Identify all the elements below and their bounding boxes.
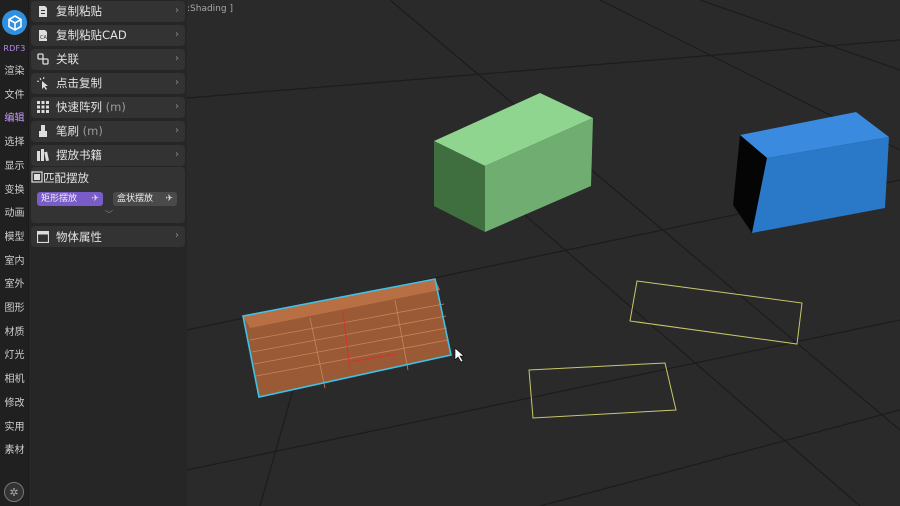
green-box[interactable] [434,93,593,232]
rail-item[interactable]: 文件 [0,86,29,106]
rail-item[interactable]: 显示 [0,157,29,177]
panel-item-label: 笔刷 [56,124,79,138]
mouse-cursor-icon [454,347,465,363]
panel-item-label: 快速阵列 [56,100,102,114]
panel-item[interactable]: 复制粘贴 › [31,0,185,22]
panel-item[interactable]: 摆放书籍 › [31,144,185,166]
chevron-right-icon: › [175,52,179,64]
left-tool-rail: RDF3 渲染 文件 编辑 选择 显示 变换 动画 模型 室内 室外 图形 材质 灯光 相机 修改 实用 素材 … [0,0,29,506]
rail-item[interactable]: 动画 [0,204,29,224]
panel-item[interactable]: 快速阵列 (m) › [31,96,185,118]
grid-icon [36,100,50,114]
rail-item[interactable]: 选择 [0,133,29,153]
panel-item-label: 点击复制 [56,76,102,90]
chevron-right-icon: › [175,230,179,241]
rail-item[interactable]: 变换 [0,181,29,201]
panel-item[interactable]: 物体属性 › [31,226,185,247]
panel-item-label: 复制粘贴CAD [56,28,127,42]
panel-item-shortcut: (m) [82,124,103,138]
settings-gear-icon[interactable]: ✲ [4,482,24,502]
link-icon [36,52,50,66]
chevron-right-icon: › [175,100,179,112]
match-place-header[interactable]: 匹配摆放 [31,167,89,188]
tool-panel: 复制粘贴 › CAD 复制粘贴CAD › 关联 › 点击复制 › 快速阵列 (m) › 笔刷 (m) ›… [29,0,187,506]
chevron-right-icon: › [175,124,179,136]
panel-item[interactable]: 点击复制 › [31,72,185,94]
chevron-right-icon: › [175,28,179,40]
box-place-label: 盒状摆放 [117,194,154,204]
chevron-right-icon: › [175,148,179,160]
svg-text:CAD: CAD [40,35,49,41]
panel-item[interactable]: 笔刷 (m) › [31,120,185,142]
panel-item[interactable]: 关联 › [31,48,185,70]
panel-item-label: 复制粘贴 [56,4,102,18]
match-icon [31,168,43,187]
viewport-scene [186,0,900,506]
rect-place-button[interactable]: 矩形摆放 ✈ [37,192,103,206]
books-icon [36,148,50,162]
window-icon [36,230,50,244]
brush-icon [36,124,50,138]
app-logo-icon[interactable] [2,10,27,35]
rail-item[interactable]: 实用 [0,418,29,438]
placement-outline[interactable] [629,280,803,345]
rail-item[interactable]: 模型 [0,228,29,248]
rail-item[interactable]: 室内 [0,252,29,272]
blue-box[interactable] [733,112,889,233]
3d-viewport[interactable] [186,0,900,506]
panel-item-shortcut: (m) [105,100,126,114]
document-icon [36,4,50,18]
rail-item[interactable]: 图形 [0,299,29,319]
panel-item-label: 摆放书籍 [56,148,102,162]
pin-icon: ✈ [91,194,99,204]
match-place-section: 匹配摆放 矩形摆放 ✈ 盒状摆放 ✈ ﹀ [31,167,185,223]
brand-label: RDF3 [3,44,26,53]
panel-item-label: 物体属性 [56,229,102,244]
collapse-chevron-icon[interactable]: ﹀ [105,209,113,220]
rail-item[interactable]: 编辑 [0,109,29,129]
rect-place-label: 矩形摆放 [41,194,78,204]
viewport-shading-label: :Shading ] [187,4,233,14]
rail-item[interactable]: 素材 [0,441,29,461]
cad-document-icon: CAD [36,28,50,42]
panel-item-label: 关联 [56,52,79,66]
panel-item[interactable]: CAD 复制粘贴CAD › [31,24,185,46]
rail-item[interactable]: 相机 [0,370,29,390]
pin-icon: ✈ [165,194,173,204]
box-place-button[interactable]: 盒状摆放 ✈ [113,192,177,206]
chevron-right-icon: › [175,76,179,88]
chevron-right-icon: › [175,4,179,16]
rail-item[interactable]: 渲染 [0,62,29,82]
click-icon [36,76,50,90]
rail-item[interactable]: 修改 [0,394,29,414]
rail-item[interactable]: 室外 [0,275,29,295]
rail-item[interactable]: 材质 [0,323,29,343]
rail-item[interactable]: 灯光 [0,346,29,366]
match-place-label: 匹配摆放 [43,170,89,185]
selected-book-stack[interactable] [242,278,452,398]
